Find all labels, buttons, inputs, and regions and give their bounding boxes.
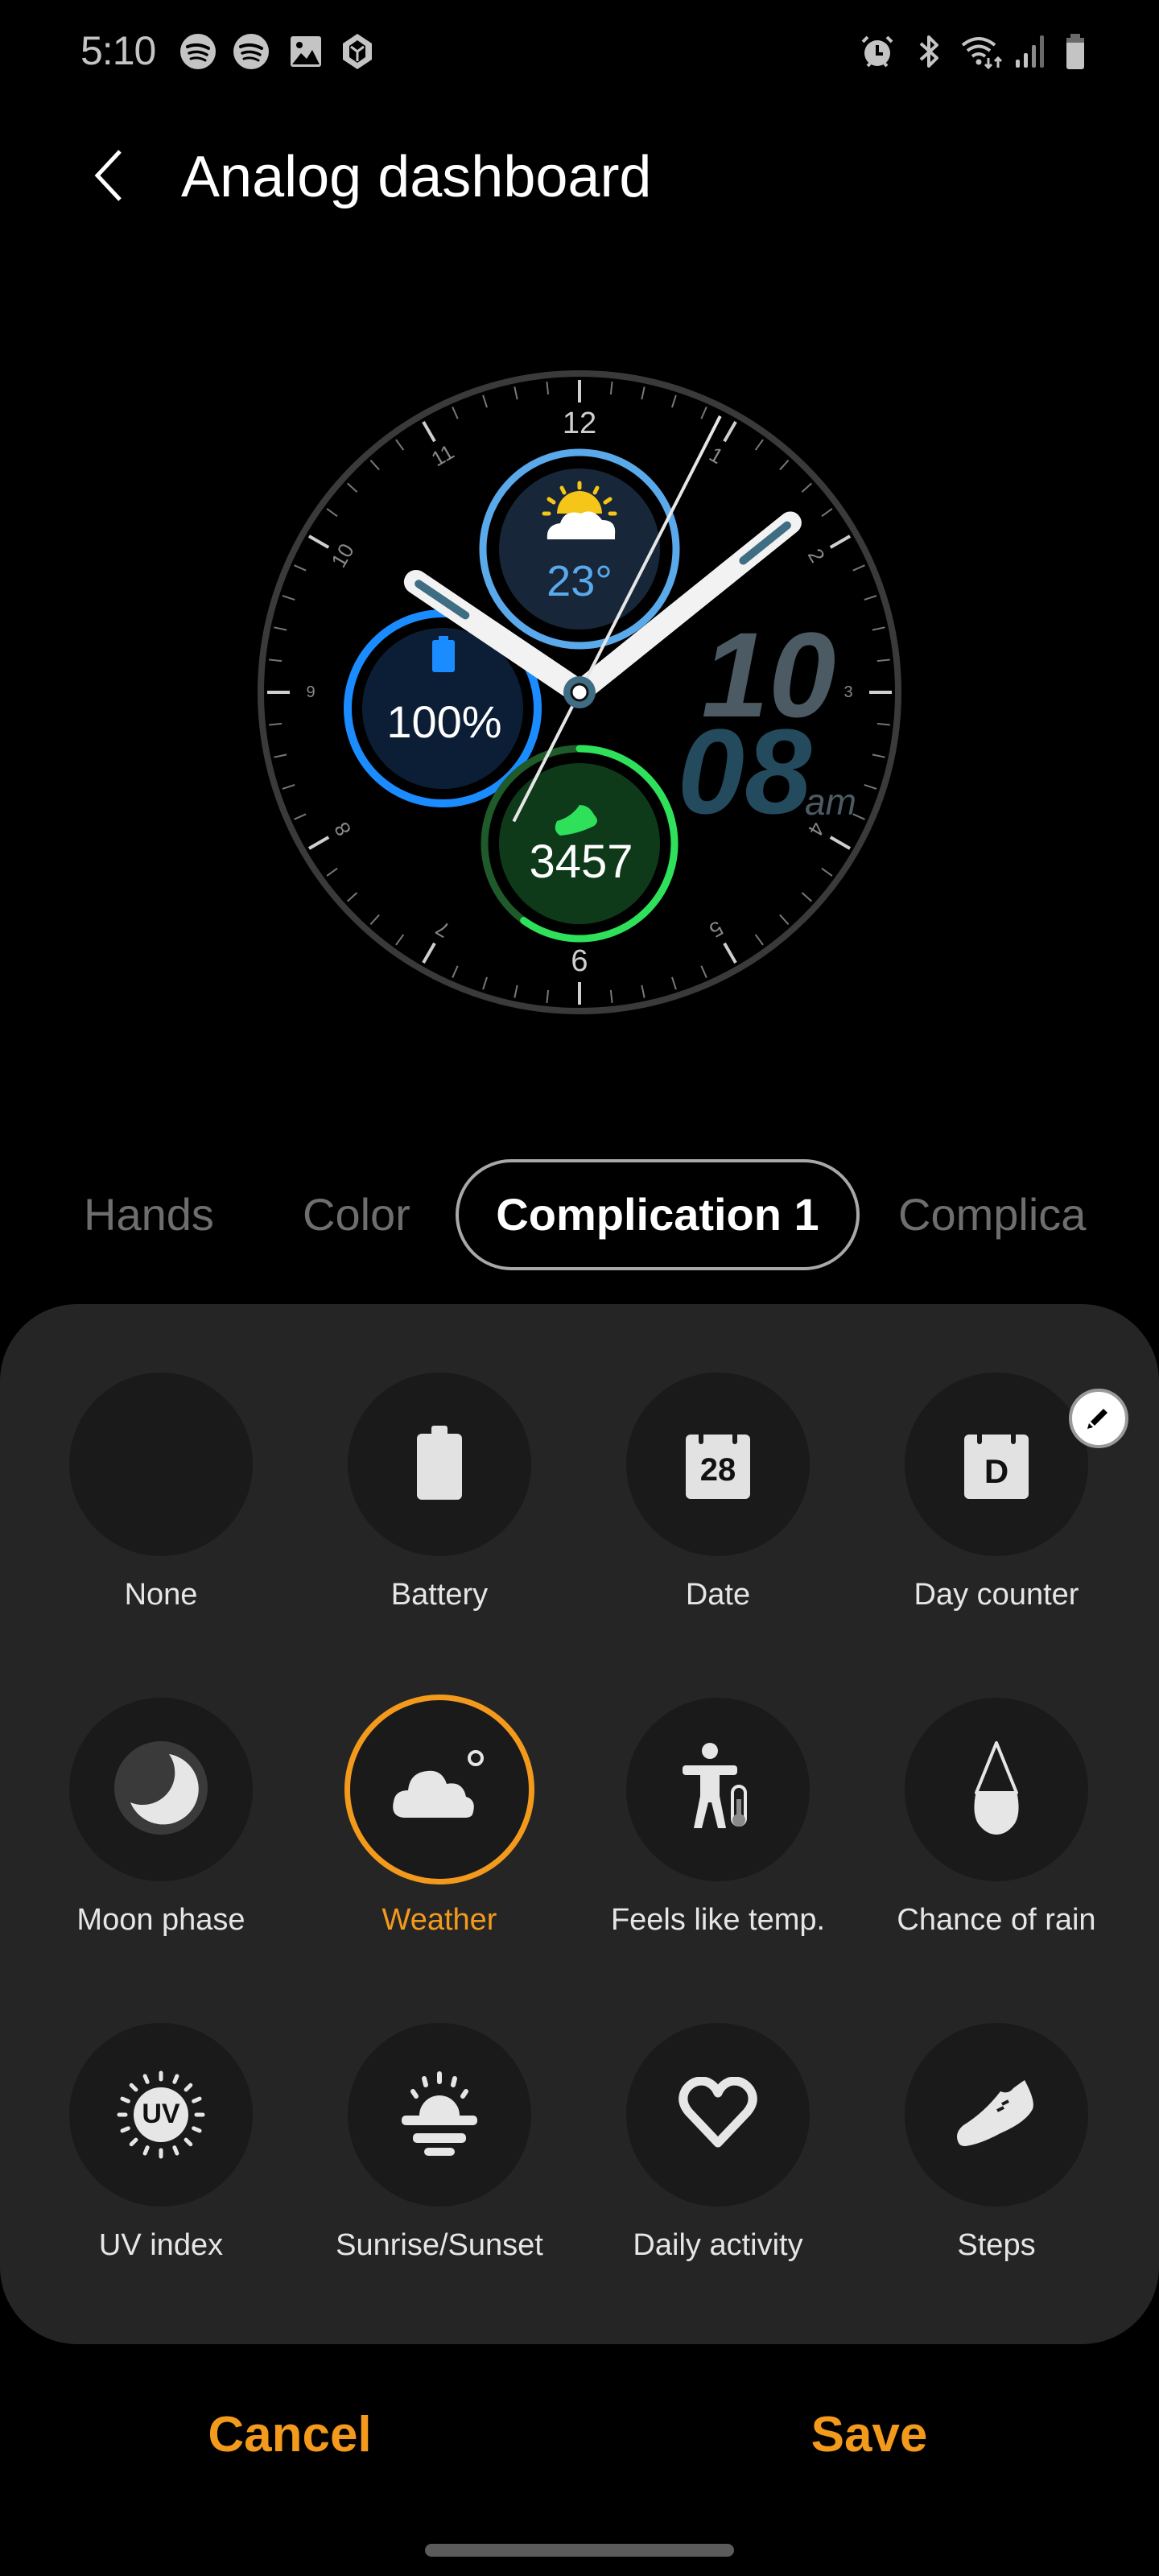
weather-complication: 23° — [479, 448, 680, 650]
cancel-button[interactable]: Cancel — [129, 2395, 451, 2475]
back-button[interactable] — [72, 137, 145, 217]
option-label: Chance of rain — [897, 1903, 1096, 1937]
dial-numeral: 6 — [571, 944, 588, 978]
option-label: Battery — [390, 1578, 489, 1612]
tab-color[interactable]: Color — [303, 1159, 410, 1270]
battery-icon — [432, 636, 455, 672]
option-chance-of-rain[interactable]: Chance of rain — [860, 1698, 1133, 1988]
raindrop-icon — [968, 1740, 1025, 1840]
pencil-icon — [1083, 1401, 1115, 1437]
option-label: Sunrise/Sunset — [336, 2228, 543, 2262]
wifi-icon — [959, 32, 1008, 71]
uv-ray — [172, 2145, 179, 2156]
dial-numeral: 9 — [306, 683, 315, 701]
digital-minute: 08 — [678, 704, 812, 839]
option-circle[interactable] — [69, 1373, 253, 1556]
dial-numeral: 12 — [563, 407, 596, 440]
day-counter-icon: D — [963, 1428, 1030, 1501]
option-day-counter[interactable]: D Day counter — [860, 1373, 1133, 1662]
alarm-icon — [858, 32, 897, 71]
heart-icon — [678, 2076, 758, 2153]
uv-ray — [129, 2083, 138, 2092]
day-counter-letter: D — [984, 1452, 1009, 1490]
complication-options-panel: None Battery 28 Date D Day counter Moon … — [0, 1304, 1159, 2344]
option-circle[interactable] — [69, 1698, 253, 1881]
bluetooth-icon — [909, 32, 948, 71]
uv-ray — [142, 2145, 150, 2156]
option-moon-phase[interactable]: Moon phase — [24, 1698, 298, 1988]
option-label: Moon phase — [76, 1903, 245, 1937]
save-button[interactable]: Save — [708, 2395, 1030, 2475]
steps-value: 3457 — [529, 836, 633, 888]
calendar-icon: 28 — [684, 1428, 752, 1501]
moon-icon — [113, 1740, 209, 1840]
home-indicator[interactable] — [425, 2544, 734, 2557]
uv-ray — [172, 2074, 179, 2084]
signal-icon — [1013, 32, 1051, 71]
option-label: UV index — [98, 2228, 224, 2262]
battery-icon — [414, 1424, 465, 1505]
option-label: Weather — [382, 1903, 497, 1937]
status-time: 5:10 — [80, 28, 156, 73]
option-label: Steps — [957, 2228, 1036, 2262]
option-daily-activity[interactable]: Daily activity — [581, 2023, 855, 2313]
option-feels-like-temp[interactable]: Feels like temp. — [581, 1698, 855, 1988]
uv-icon: UV — [113, 2066, 209, 2163]
app-box-icon — [338, 32, 377, 71]
option-circle[interactable] — [626, 1698, 810, 1881]
spotify-icon — [232, 32, 270, 71]
weather-cloud-icon — [387, 1744, 492, 1836]
sunrise-icon — [395, 2069, 484, 2161]
option-circle[interactable] — [905, 1698, 1088, 1881]
tab-complication-1[interactable]: Complication 1 — [456, 1159, 860, 1270]
option-circle[interactable] — [626, 2023, 810, 2207]
page-title: Analog dashboard — [181, 145, 652, 209]
option-circle[interactable]: UV — [69, 2023, 253, 2207]
option-weather[interactable]: Weather — [303, 1695, 576, 1988]
option-label: None — [124, 1578, 198, 1612]
watch-face-preview: 12 1 2 3 4 5 6 7 8 9 10 11 23° 100% 3457… — [258, 370, 901, 1014]
battery-icon — [1056, 32, 1095, 71]
uv-ray — [129, 2137, 138, 2147]
uv-ray — [142, 2074, 150, 2084]
option-battery[interactable]: Battery — [303, 1373, 576, 1662]
option-steps[interactable]: Steps — [860, 2023, 1133, 2313]
option-circle[interactable] — [344, 1695, 534, 1885]
hands-center-pin — [570, 683, 589, 702]
option-none[interactable]: None — [24, 1373, 298, 1662]
option-circle[interactable]: 28 — [626, 1373, 810, 1556]
steps-complication: 3457 — [481, 745, 678, 943]
option-sunrise-sunset[interactable]: Sunrise/Sunset — [303, 2023, 576, 2313]
feels-like-icon — [678, 1740, 758, 1840]
option-circle[interactable] — [348, 2023, 531, 2207]
option-uv-index[interactable]: UV UV index — [24, 2023, 298, 2313]
shoe-icon — [952, 2077, 1041, 2153]
spotify-icon — [179, 32, 217, 71]
option-label: Day counter — [914, 1578, 1079, 1612]
option-circle[interactable] — [905, 2023, 1088, 2207]
tab-complication-2[interactable]: Complica — [898, 1159, 1086, 1270]
option-circle[interactable]: D — [905, 1373, 1088, 1556]
chevron-left-icon — [93, 149, 125, 206]
option-label: Date — [685, 1578, 751, 1612]
tab-bar: Hands Color Complication 1 Complica — [0, 1159, 1087, 1272]
tab-hands[interactable]: Hands — [84, 1159, 214, 1270]
uv-ray — [184, 2083, 193, 2092]
battery-value: 100% — [386, 696, 501, 747]
digital-ampm: am — [805, 781, 856, 823]
option-label: Feels like temp. — [610, 1903, 826, 1937]
uv-text: UV — [142, 2099, 180, 2129]
uv-ray — [184, 2137, 193, 2147]
option-label: Daily activity — [633, 2228, 803, 2262]
option-circle[interactable] — [348, 1373, 531, 1556]
calendar-day: 28 — [699, 1452, 736, 1488]
option-date[interactable]: 28 Date — [581, 1373, 855, 1662]
edit-button[interactable] — [1069, 1389, 1128, 1448]
gallery-icon — [287, 32, 325, 71]
dial-numeral: 3 — [843, 683, 852, 701]
weather-temperature: 23° — [547, 557, 612, 605]
